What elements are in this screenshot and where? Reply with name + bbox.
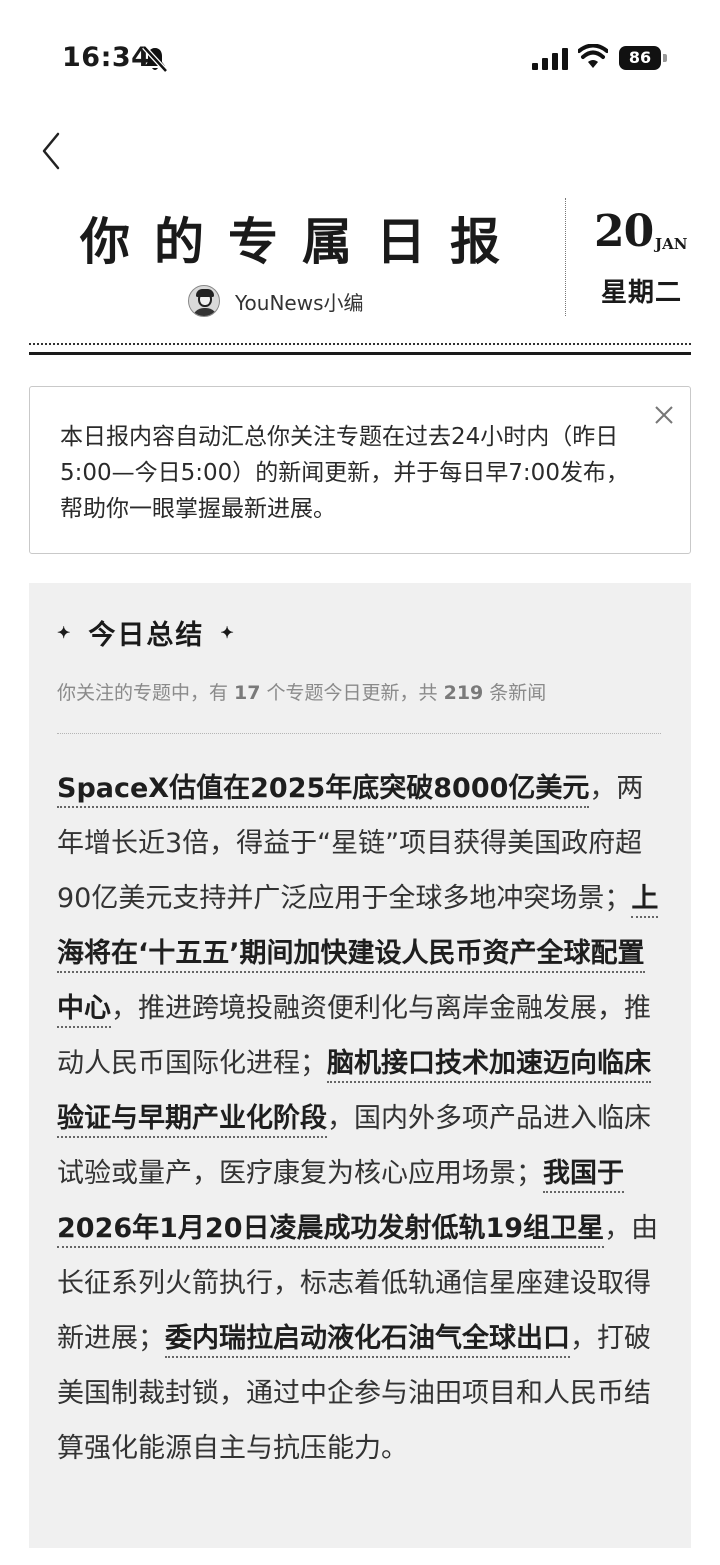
close-icon[interactable]	[653, 404, 675, 426]
wifi-icon	[578, 44, 608, 68]
notice-text: 本日报内容自动汇总你关注专题在过去24小时内（昨日5:00—今日5:00）的新闻…	[60, 424, 629, 522]
weekday: 星期二	[601, 278, 683, 308]
date-month: JAN	[655, 235, 688, 253]
masthead-rule-dotted	[29, 343, 691, 345]
status-time: 16:34	[62, 42, 151, 73]
daily-summary: ✦ 今日总结 ✦ 你关注的专题中，有 17 个专题今日更新，共 219 条新闻 …	[29, 583, 691, 1548]
info-notice: 本日报内容自动汇总你关注专题在过去24小时内（昨日5:00—今日5:00）的新闻…	[29, 386, 691, 554]
summary-title: 今日总结	[88, 620, 205, 651]
summary-headline-link[interactable]: 委内瑞拉启动液化石油气全球出口	[165, 1323, 570, 1358]
masthead-rule-solid	[29, 352, 691, 355]
battery-level: 86	[619, 46, 661, 70]
page-title: 你的专属日报	[80, 212, 524, 271]
header-divider	[565, 198, 566, 316]
summary-headline-link[interactable]: SpaceX估值在2025年底突破8000亿美元	[57, 773, 590, 808]
date-day: 20	[594, 206, 654, 257]
author[interactable]: YouNews小编	[188, 284, 364, 318]
summary-divider	[57, 733, 661, 734]
news-count: 219	[443, 682, 484, 704]
back-icon[interactable]	[34, 128, 74, 174]
battery-icon: 86	[619, 46, 667, 70]
summary-body: SpaceX估值在2025年底突破8000亿美元，两年增长近3倍，得益于“星链”…	[57, 761, 665, 1476]
summary-heading: ✦ 今日总结 ✦	[57, 613, 252, 652]
sparkle-icon: ✦	[57, 623, 73, 642]
cellular-signal-icon	[532, 48, 568, 70]
status-bar: 16:34 86	[0, 0, 720, 110]
topics-count: 17	[234, 682, 261, 704]
silent-bell-icon	[142, 45, 168, 73]
summary-stats: 你关注的专题中，有 17 个专题今日更新，共 219 条新闻	[57, 682, 547, 704]
avatar	[188, 285, 220, 317]
sparkle-icon: ✦	[220, 623, 236, 642]
author-name: YouNews小编	[235, 290, 364, 315]
